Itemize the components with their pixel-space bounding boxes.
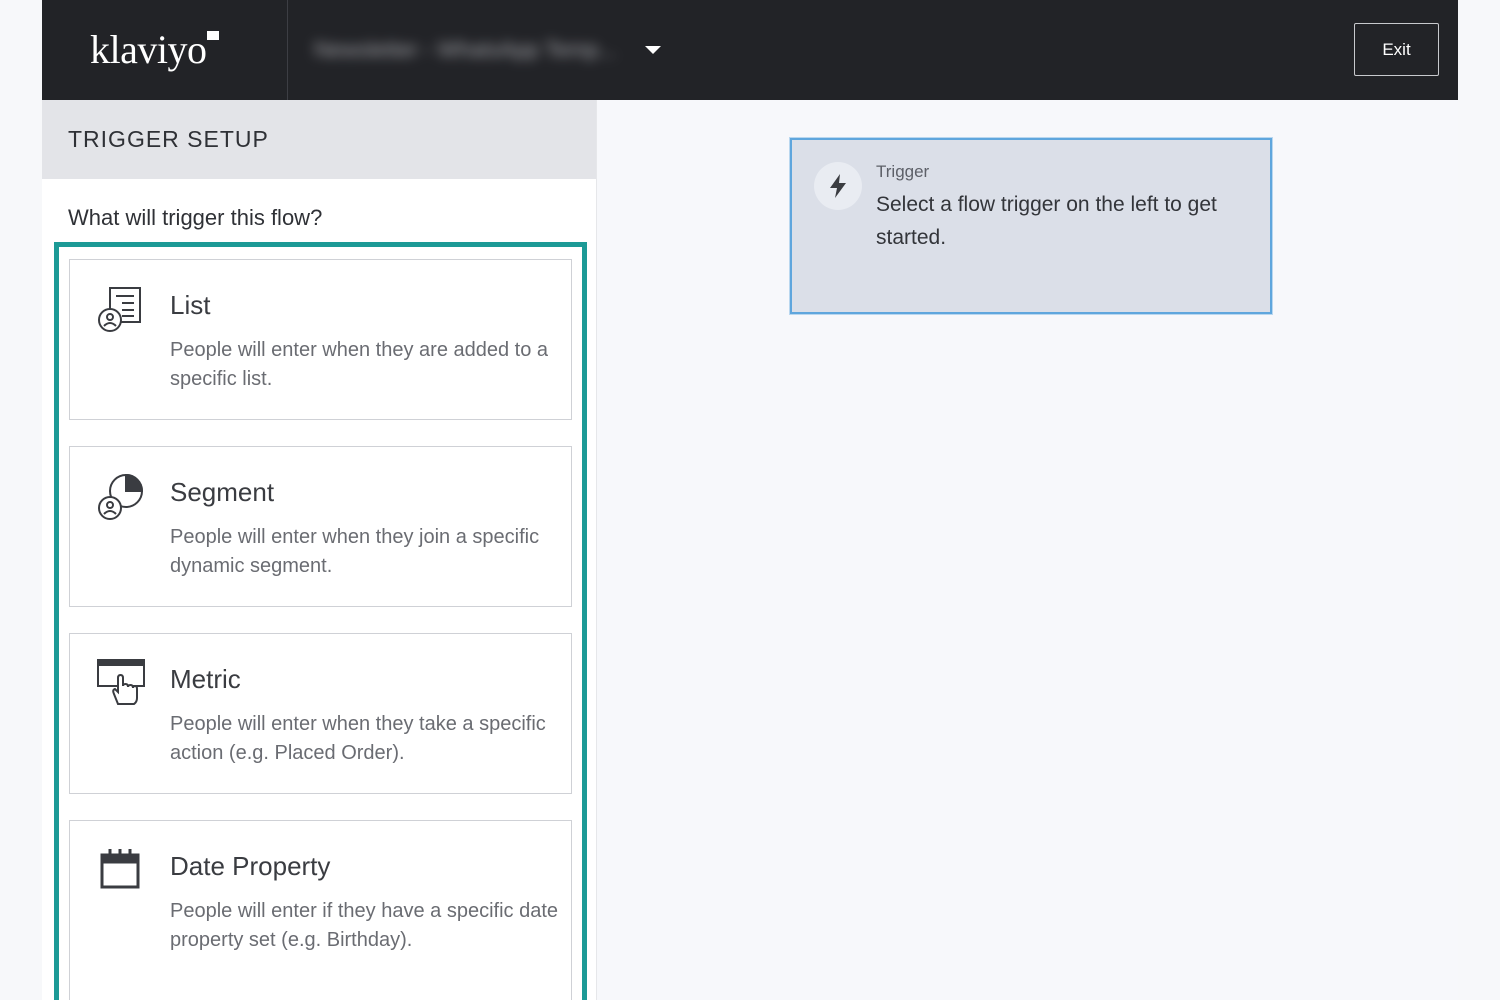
- calendar-icon: [100, 849, 140, 889]
- panel-title: TRIGGER SETUP: [42, 100, 596, 179]
- trigger-setup-panel: TRIGGER SETUP What will trigger this flo…: [42, 100, 597, 1000]
- trigger-node-text: Select a flow trigger on the left to get…: [876, 193, 1217, 249]
- flow-name-selector[interactable]: Newsletter - WhatsApp Temp...: [288, 0, 661, 100]
- trigger-option-segment[interactable]: Segment People will enter when they join…: [69, 446, 572, 607]
- exit-button[interactable]: Exit: [1354, 23, 1439, 76]
- option-title: Segment: [170, 477, 275, 507]
- trigger-options-list: List People will enter when they are add…: [54, 242, 587, 1000]
- option-description: People will enter when they join a speci…: [170, 526, 540, 577]
- flow-builder: klaviyo Newsletter - WhatsApp Temp... Ex…: [42, 0, 1458, 1000]
- bolt-glyph: [830, 174, 846, 198]
- trigger-option-metric[interactable]: Metric People will enter when they take …: [69, 633, 572, 794]
- trigger-node-label: Trigger: [876, 162, 930, 181]
- logo-container: klaviyo: [42, 0, 288, 100]
- lightning-bolt-icon: [814, 162, 862, 210]
- option-title: List: [170, 290, 211, 320]
- option-description: People will enter if they have a specifi…: [170, 900, 558, 951]
- option-title: Date Property: [170, 851, 331, 881]
- trigger-question: What will trigger this flow?: [68, 205, 323, 230]
- klaviyo-logo[interactable]: klaviyo: [90, 27, 220, 72]
- segment-icon: [98, 473, 144, 520]
- list-icon: [98, 287, 141, 332]
- chevron-down-icon[interactable]: [644, 46, 661, 54]
- option-description: People will enter when they take a speci…: [170, 713, 546, 764]
- logo-text: klaviyo: [90, 27, 207, 72]
- trigger-option-date-property[interactable]: Date Property People will enter if they …: [69, 820, 572, 1000]
- metric-icon: [97, 659, 145, 705]
- trigger-option-list[interactable]: List People will enter when they are add…: [69, 259, 572, 420]
- option-title: Metric: [170, 664, 241, 694]
- trigger-node[interactable]: Trigger Select a flow trigger on the lef…: [790, 138, 1272, 314]
- option-description: People will enter when they are added to…: [170, 339, 549, 390]
- flow-name[interactable]: Newsletter - WhatsApp Temp...: [314, 37, 617, 63]
- top-bar: klaviyo Newsletter - WhatsApp Temp... Ex…: [42, 0, 1458, 100]
- logo-flag-icon: [207, 31, 220, 40]
